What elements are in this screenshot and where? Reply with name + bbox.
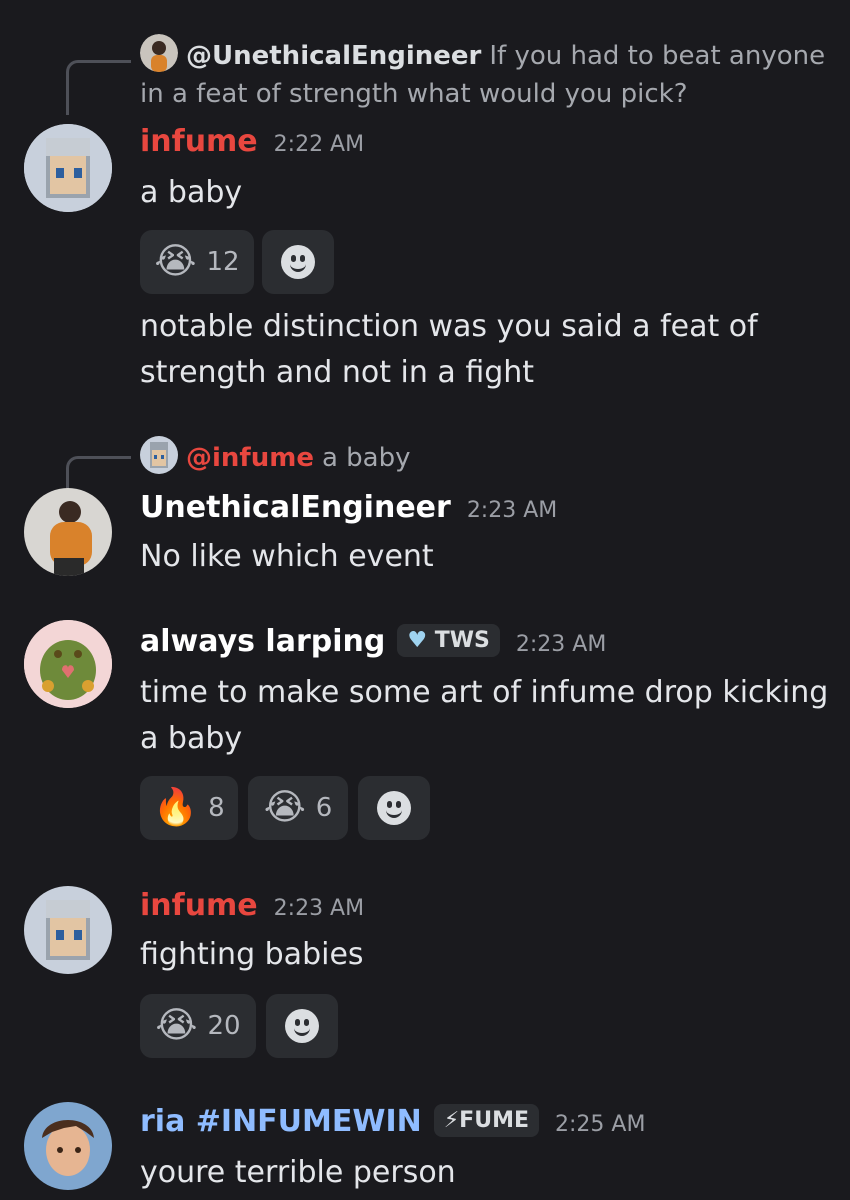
reply-connector — [66, 456, 131, 493]
reply-connector — [66, 60, 131, 115]
avatar[interactable] — [24, 488, 112, 576]
add-reaction-smiley-icon — [377, 791, 411, 825]
reply-text: a baby — [321, 443, 411, 473]
message-header: infume 2:23 AM — [140, 888, 364, 923]
loudly-crying-emoji-icon: 😭 — [155, 1005, 198, 1046]
loudly-crying-emoji-icon: 😭 — [263, 787, 306, 828]
avatar[interactable] — [24, 620, 112, 708]
add-reaction-button[interactable] — [262, 230, 334, 294]
reply-author[interactable]: @UnethicalEngineer — [186, 41, 481, 71]
avatar[interactable] — [24, 124, 112, 212]
message-text-followup-1: notable distinction was you said a feat … — [140, 309, 758, 344]
message-header: always larping ♥ TWS 2:23 AM — [140, 624, 606, 659]
timestamp: 2:23 AM — [515, 632, 607, 657]
message-header: ria #INFUMEWIN ⚡FUME 2:25 AM — [140, 1104, 645, 1139]
avatar[interactable] — [24, 886, 112, 974]
message-text: youre terrible person — [140, 1155, 456, 1190]
reaction-count: 8 — [208, 793, 225, 823]
reaction-count: 20 — [207, 1011, 241, 1041]
reaction-fire[interactable]: 🔥 8 — [140, 776, 238, 840]
reply-avatar — [140, 436, 178, 474]
username[interactable]: ria #INFUMEWIN — [140, 1104, 422, 1139]
timestamp: 2:23 AM — [466, 498, 558, 523]
message-text-line-1: time to make some art of infume drop kic… — [140, 675, 829, 710]
add-reaction-button[interactable] — [358, 776, 430, 840]
add-reaction-smiley-icon — [281, 245, 315, 279]
avatar[interactable] — [24, 1102, 112, 1190]
reaction-cry[interactable]: 😭 12 — [140, 230, 254, 294]
username[interactable]: UnethicalEngineer — [140, 490, 451, 525]
reply-text: If you had to beat anyone — [489, 41, 826, 71]
server-tag-label: TWS — [434, 628, 490, 653]
reply-avatar — [140, 34, 178, 72]
username[interactable]: always larping — [140, 624, 385, 659]
username[interactable]: infume — [140, 888, 258, 923]
timestamp: 2:25 AM — [555, 1112, 646, 1137]
reply-author[interactable]: @infume — [186, 443, 314, 473]
timestamp: 2:23 AM — [273, 896, 365, 921]
reaction-cry[interactable]: 😭 20 — [140, 994, 256, 1058]
timestamp: 2:22 AM — [273, 132, 365, 157]
message-header: infume 2:22 AM — [140, 124, 364, 159]
server-tag[interactable]: ⚡FUME — [433, 1104, 539, 1137]
reply-text-continued: in a feat of strength what would you pic… — [140, 79, 688, 109]
message-text: No like which event — [140, 539, 434, 574]
server-tag[interactable]: ♥ TWS — [397, 624, 500, 657]
message-header: UnethicalEngineer 2:23 AM — [140, 490, 557, 525]
loudly-crying-emoji-icon: 😭 — [154, 241, 197, 282]
add-reaction-button[interactable] — [266, 994, 338, 1058]
username[interactable]: infume — [140, 124, 258, 159]
message-text-line-2: a baby — [140, 721, 243, 756]
fire-emoji-icon: 🔥 — [153, 787, 199, 828]
add-reaction-smiley-icon — [285, 1009, 319, 1043]
reply-preview[interactable]: @UnethicalEngineer If you had to beat any… — [140, 34, 825, 76]
message-text: a baby — [140, 175, 243, 210]
reaction-count: 12 — [206, 247, 240, 277]
reply-preview[interactable]: @infume a baby — [140, 436, 411, 478]
message-text-followup-2: strength and not in a fight — [140, 355, 535, 390]
reaction-cry[interactable]: 😭 6 — [248, 776, 348, 840]
message-text: fighting babies — [140, 937, 364, 972]
tws-badge-icon: ♥ — [407, 628, 428, 653]
reaction-count: 6 — [315, 793, 333, 823]
